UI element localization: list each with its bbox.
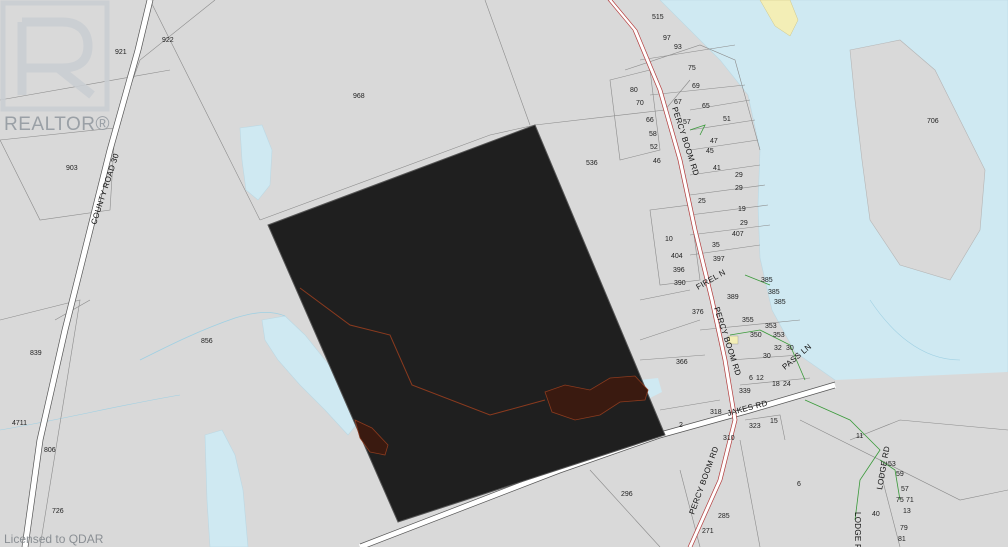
parcel-number: 390: [674, 280, 686, 287]
parcel-number: 32: [774, 345, 782, 352]
parcel-number: 397: [713, 256, 725, 263]
parcel-number: 10: [665, 236, 673, 243]
parcel-number: 310: [723, 435, 735, 442]
parcel-number: 66: [646, 117, 654, 124]
parcel-number: 355: [742, 317, 754, 324]
parcel-number: 271: [702, 528, 714, 535]
parcel-number: 922: [162, 37, 174, 44]
parcel-number: 79: [900, 525, 908, 532]
map-view[interactable]: COUNTY ROAD 30 PERCY BOOM RD JAKES RD PE…: [0, 0, 1008, 547]
parcel-number: 29: [740, 220, 748, 227]
parcel-number: 25: [698, 198, 706, 205]
parcel-number: 806: [44, 447, 56, 454]
parcel-number: 75: [688, 65, 696, 72]
parcel-number: 57: [683, 119, 691, 126]
parcel-number: 58: [649, 131, 657, 138]
parcel-number: 15: [770, 418, 778, 425]
parcel-number: 12: [756, 375, 764, 382]
parcel-number: 41: [713, 165, 721, 172]
parcel-number: 65: [702, 103, 710, 110]
parcel-number: 2: [679, 422, 683, 429]
parcel-number: 69: [692, 83, 700, 90]
parcel-number: 339: [739, 388, 751, 395]
parcel-number: 45: [706, 148, 714, 155]
parcel-number: 6: [797, 481, 801, 488]
parcel-number: 71: [906, 497, 914, 504]
realtor-wordmark: REALTOR®: [4, 114, 110, 135]
parcel-number: 921: [115, 49, 127, 56]
parcel-number: 285: [718, 513, 730, 520]
map-canvas[interactable]: COUNTY ROAD 30 PERCY BOOM RD JAKES RD PE…: [0, 0, 1008, 547]
parcel-number: 856: [201, 338, 213, 345]
parcel-number: 323: [749, 423, 761, 430]
road-label-lodge-rd: LODGE RD: [853, 512, 862, 547]
parcel-number: 51: [723, 116, 731, 123]
parcel-number: 93: [674, 44, 682, 51]
parcel-number: 35: [712, 242, 720, 249]
parcel-number: 376: [692, 309, 704, 316]
parcel-number: 389: [727, 294, 739, 301]
parcel-number: 385: [761, 277, 773, 284]
parcel-number: 353: [765, 323, 777, 330]
parcel-number: 47: [710, 138, 718, 145]
parcel-number: 353: [773, 332, 785, 339]
parcel-number: 13: [903, 508, 911, 515]
parcel-number: 29: [735, 172, 743, 179]
parcel-number: 385: [768, 289, 780, 296]
parcel-number: 29: [735, 185, 743, 192]
parcel-number: 75: [896, 497, 904, 504]
license-text: Licensed to QDAR: [4, 532, 104, 546]
parcel-number: 366: [676, 359, 688, 366]
parcel-number: 536: [586, 160, 598, 167]
parcel-number: 70: [636, 100, 644, 107]
parcel-number: 350: [750, 332, 762, 339]
parcel-number: 30: [763, 353, 771, 360]
parcel-number: 726: [52, 508, 64, 515]
parcel-number: 385: [774, 299, 786, 306]
parcel-number: 81: [898, 536, 906, 543]
parcel-number: 903: [66, 165, 78, 172]
parcel-number: 67: [674, 99, 682, 106]
parcel-number: 968: [353, 93, 365, 100]
parcel-number: 706: [927, 118, 939, 125]
parcel-number: 839: [30, 350, 42, 357]
parcel-number: 6: [749, 375, 753, 382]
parcel-number: 4711: [12, 420, 27, 427]
parcel-number: 46: [653, 158, 661, 165]
parcel-number: 57: [901, 486, 909, 493]
parcel-number: 53: [888, 461, 896, 468]
parcel-number: 515: [652, 14, 664, 21]
parcel-number: 296: [621, 491, 633, 498]
parcel-number: 24: [783, 381, 791, 388]
parcel-number: 396: [673, 267, 685, 274]
land-south-east: [800, 372, 1008, 547]
parcel-number: 407: [732, 231, 744, 238]
parcel-number: 59: [896, 471, 904, 478]
parcel-number: 30: [786, 345, 794, 352]
parcel-number: 40: [872, 511, 880, 518]
parcel-number: 404: [671, 253, 683, 260]
parcel-number: 80: [630, 87, 638, 94]
parcel-number: 97: [663, 35, 671, 42]
parcel-number: 11: [856, 433, 863, 440]
parcel-number: 318: [710, 409, 722, 416]
parcel-number: 18: [772, 381, 780, 388]
parcel-number: 19: [738, 206, 746, 213]
parcel-number: 52: [650, 144, 658, 151]
